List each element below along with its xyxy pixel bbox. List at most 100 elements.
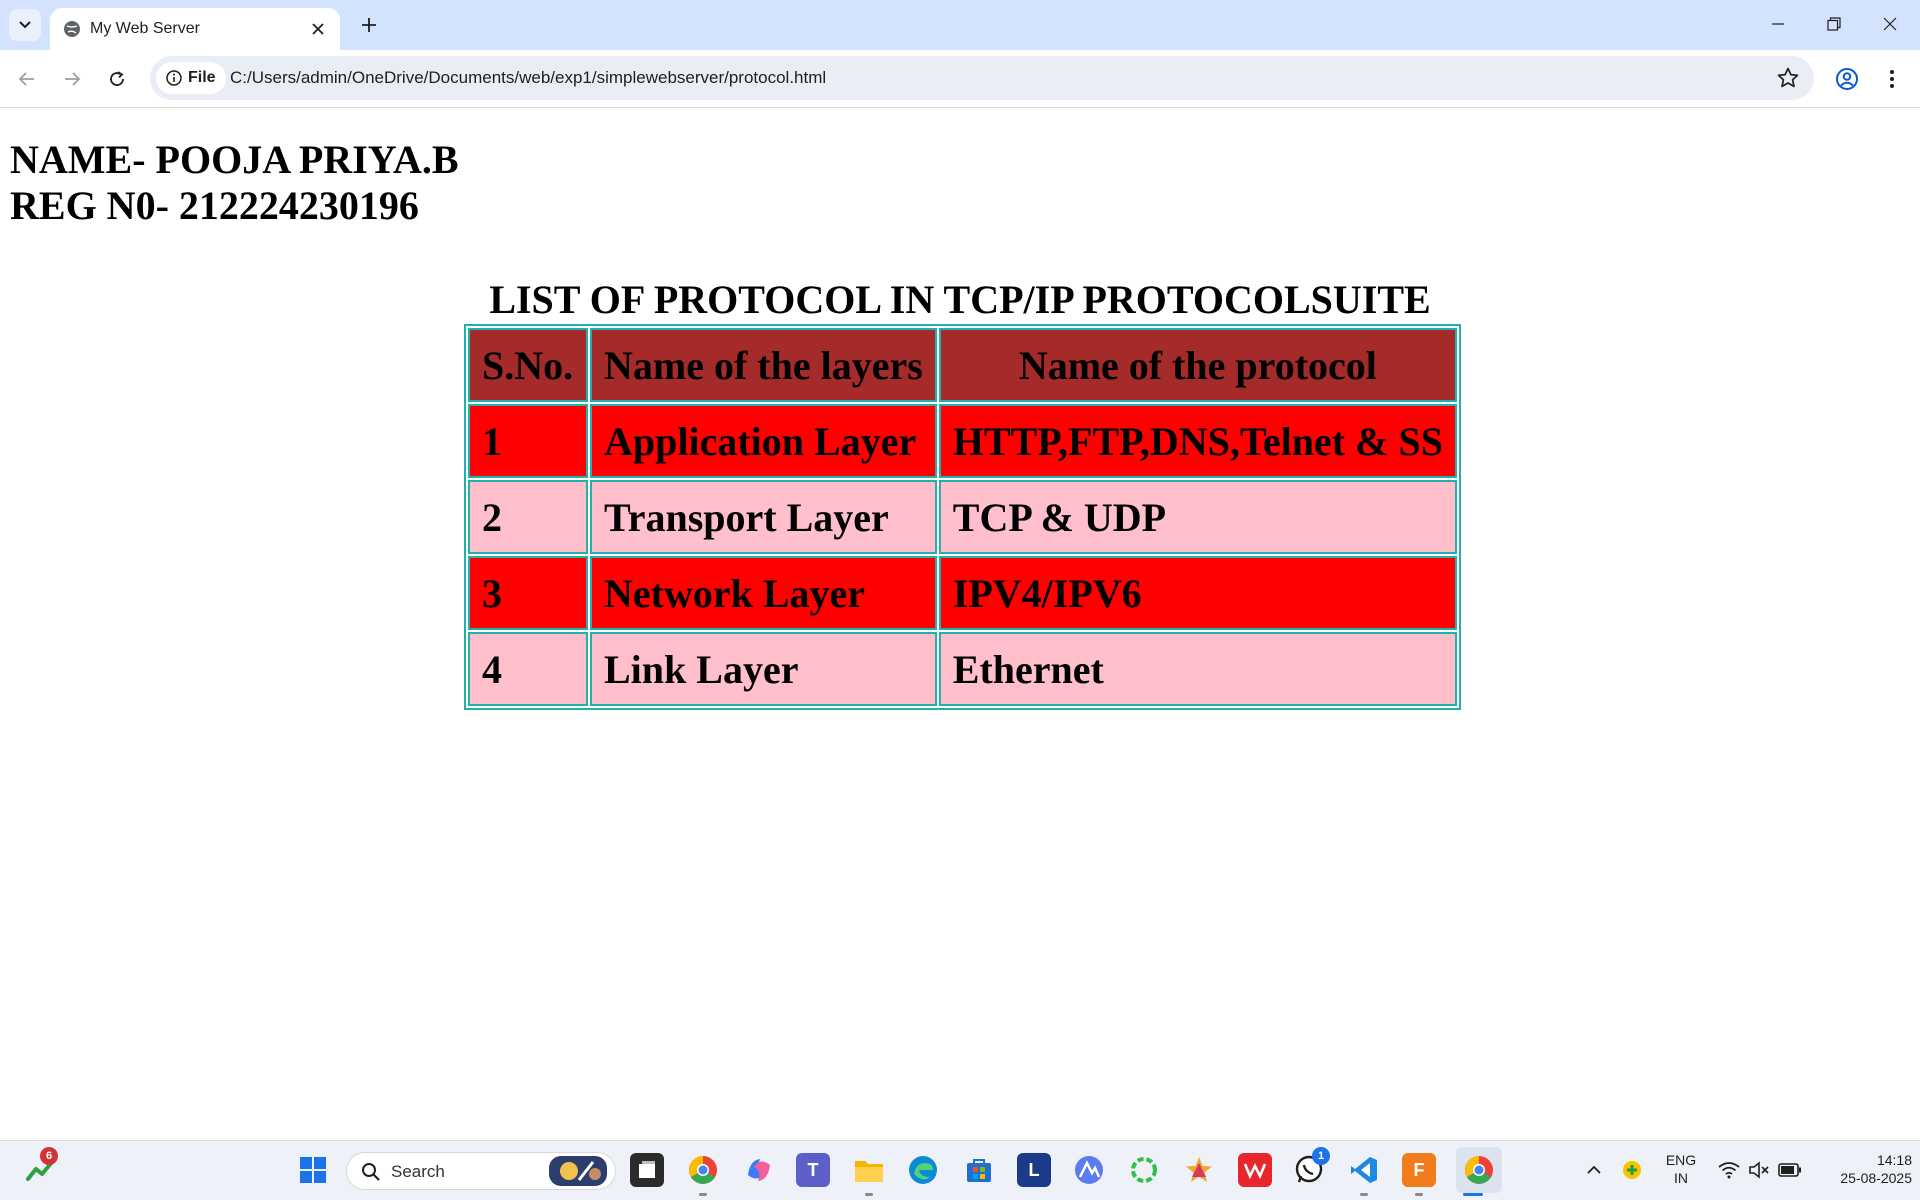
forward-button[interactable] [54, 61, 90, 97]
browser-toolbar: File C:/Users/admin/OneDrive/Documents/w… [0, 50, 1920, 108]
tab-search-button[interactable] [9, 9, 41, 41]
windows-logo-icon [300, 1157, 326, 1183]
student-name: NAME- POOJA PRIYA.B [10, 137, 459, 182]
wps-office-button[interactable] [1238, 1153, 1272, 1187]
language-region: IN [1674, 1170, 1688, 1186]
clock[interactable]: 14:18 25-08-2025 [1812, 1151, 1912, 1187]
running-indicator [865, 1193, 873, 1196]
close-tab-button[interactable] [306, 17, 330, 41]
whatsapp-button[interactable]: 1 [1292, 1147, 1330, 1187]
tab-strip: My Web Server [0, 0, 1920, 50]
f-app-button[interactable]: F [1402, 1153, 1436, 1187]
quick-settings-button[interactable] [1710, 1153, 1810, 1187]
running-indicator [1360, 1193, 1368, 1196]
url-text[interactable]: C:/Users/admin/OneDrive/Documents/web/ex… [230, 68, 826, 88]
ring-app-icon [1131, 1157, 1157, 1183]
chevron-down-icon [19, 21, 31, 29]
minimize-icon [1772, 23, 1784, 25]
close-icon [1883, 17, 1897, 31]
cell-layer: Link Layer [590, 632, 937, 706]
active-indicator [1463, 1193, 1483, 1196]
plus-icon [362, 18, 376, 32]
running-indicator [699, 1193, 707, 1196]
header-sno: S.No. [468, 328, 588, 402]
tray-app-button[interactable] [1615, 1153, 1649, 1187]
task-view-button[interactable] [630, 1153, 664, 1187]
close-icon [312, 23, 324, 35]
l-app-icon: L [1028, 1159, 1040, 1180]
site-info-chip[interactable]: File [156, 62, 226, 94]
back-button[interactable] [9, 61, 45, 97]
store-button[interactable] [962, 1153, 996, 1187]
taskbar-search-box[interactable]: Search [346, 1152, 616, 1190]
battery-icon [1778, 1163, 1801, 1177]
profile-button[interactable] [1831, 63, 1863, 95]
table-row: 1 Application Layer HTTP,FTP,DNS,Telnet … [468, 404, 1457, 478]
show-hidden-icons-button[interactable] [1577, 1153, 1611, 1187]
close-window-button[interactable] [1862, 0, 1918, 48]
arrow-left-icon [18, 72, 34, 86]
star-app-button[interactable] [1182, 1153, 1216, 1187]
l-app-button[interactable]: L [1017, 1153, 1051, 1187]
restore-icon [1827, 17, 1841, 31]
teams-button[interactable]: T [796, 1153, 830, 1187]
chrome-active-taskbar-button[interactable] [1456, 1147, 1502, 1193]
folder-icon [855, 1161, 883, 1182]
star-app-icon [1186, 1157, 1212, 1182]
more-vertical-icon [1890, 70, 1894, 88]
chrome-taskbar-button[interactable] [686, 1153, 720, 1187]
table-row: 3 Network Layer IPV4/IPV6 [468, 556, 1457, 630]
info-icon [166, 70, 182, 86]
search-highlight-icon [549, 1156, 607, 1186]
task-view-icon [639, 1161, 655, 1178]
reload-button[interactable] [99, 61, 135, 97]
menu-button[interactable] [1876, 63, 1908, 95]
cell-layer: Network Layer [590, 556, 937, 630]
tab-title: My Web Server [90, 20, 200, 37]
volume-muted-icon [1749, 1161, 1769, 1179]
table-caption: LIST OF PROTOCOL IN TCP/IP PROTOCOLSUITE [489, 277, 1431, 322]
edge-button[interactable] [906, 1153, 940, 1187]
f-app-icon: F [1413, 1159, 1425, 1180]
language-indicator[interactable]: ENG IN [1660, 1151, 1702, 1187]
mountain-app-icon [1075, 1156, 1103, 1184]
wps-icon [1243, 1163, 1267, 1179]
student-info: NAME- POOJA PRIYA.B REG N0- 212224230196 [10, 137, 459, 229]
header-layer: Name of the layers [590, 328, 937, 402]
minimize-button[interactable] [1750, 0, 1806, 48]
copilot-button[interactable] [742, 1153, 776, 1187]
cell-sno: 1 [468, 404, 588, 478]
chevron-up-icon [1587, 1165, 1601, 1174]
chrome-icon [1465, 1156, 1493, 1184]
vscode-button[interactable] [1347, 1153, 1381, 1187]
running-indicator [1415, 1193, 1423, 1196]
ring-app-button[interactable] [1127, 1153, 1161, 1187]
bookmark-star-icon[interactable] [1776, 66, 1800, 90]
profile-icon [1836, 68, 1858, 90]
teams-icon: T [807, 1159, 819, 1180]
new-tab-button[interactable] [353, 9, 385, 41]
tray-app-icon [1623, 1161, 1641, 1179]
cell-protocol: HTTP,FTP,DNS,Telnet & SS [938, 404, 1457, 478]
file-explorer-button[interactable] [852, 1153, 886, 1187]
search-label: Search [391, 1162, 445, 1181]
reload-icon [110, 71, 124, 86]
address-bar[interactable]: File C:/Users/admin/OneDrive/Documents/w… [150, 56, 1814, 100]
cell-sno: 2 [468, 480, 588, 554]
header-protocol: Name of the protocol [938, 328, 1457, 402]
table-row: 4 Link Layer Ethernet [468, 632, 1457, 706]
stocks-widget-button[interactable]: 6 [24, 1147, 58, 1187]
start-button[interactable] [296, 1153, 330, 1187]
cell-layer: Application Layer [590, 404, 937, 478]
cell-sno: 3 [468, 556, 588, 630]
language-code: ENG [1665, 1152, 1697, 1168]
a-app-button[interactable] [1072, 1153, 1106, 1187]
taskbar: 6 Search T L 1 F ENG IN 14:18 25-08-2025 [0, 1140, 1920, 1200]
copilot-icon [748, 1159, 770, 1181]
browser-tab[interactable]: My Web Server [50, 8, 340, 50]
page-content: NAME- POOJA PRIYA.B REG N0- 212224230196… [0, 109, 1920, 1139]
chrome-icon [689, 1156, 717, 1184]
search-icon [362, 1163, 380, 1181]
restore-button[interactable] [1806, 0, 1862, 48]
clock-time: 14:18 [1876, 1152, 1912, 1168]
